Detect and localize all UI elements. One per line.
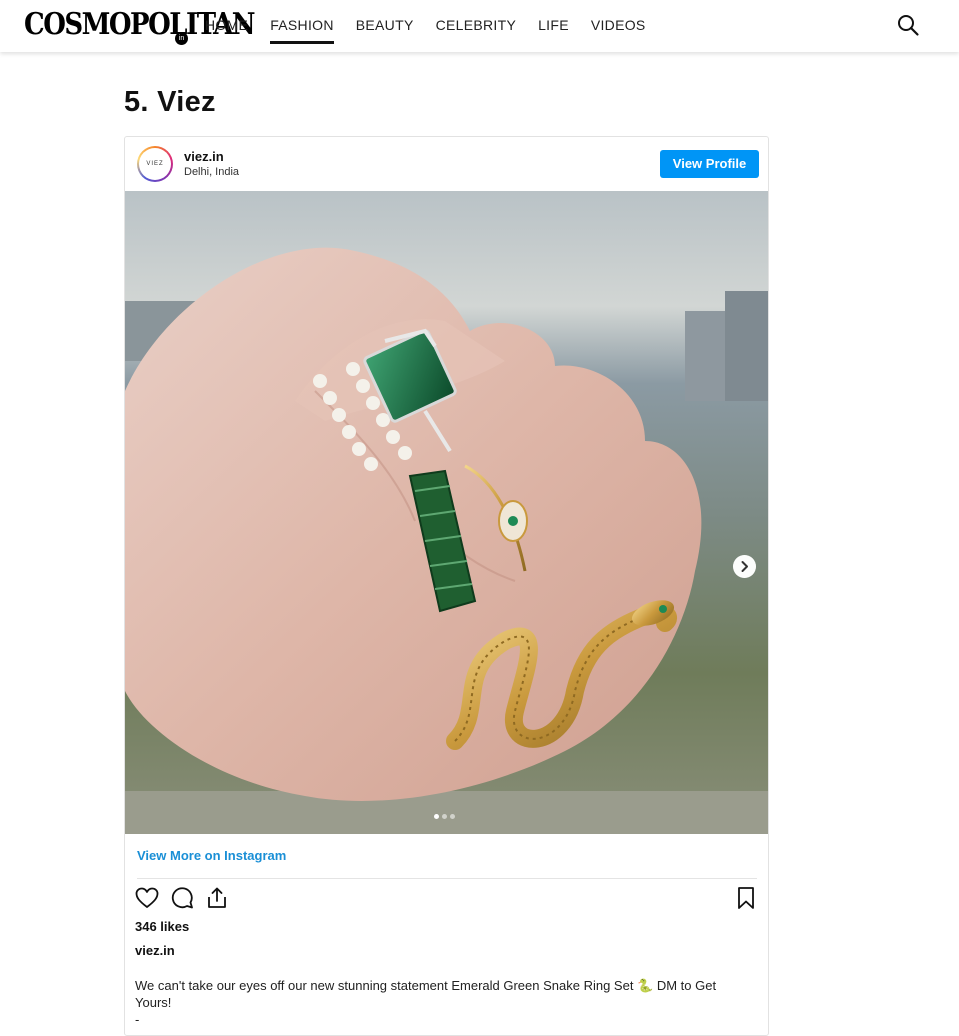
view-profile-button[interactable]: View Profile	[660, 150, 759, 178]
post-photo[interactable]	[125, 191, 768, 834]
nav-fashion[interactable]: FASHION	[270, 17, 334, 44]
avatar-label: VIEZ	[139, 148, 171, 180]
carousel-next-icon[interactable]	[733, 555, 756, 578]
heart-icon[interactable]	[135, 886, 159, 910]
carousel-dot	[434, 814, 439, 819]
caption-username[interactable]: viez.in	[135, 943, 175, 958]
post-username[interactable]: viez.in	[184, 149, 224, 164]
search-icon[interactable]	[896, 13, 920, 37]
logo-region-badge: in	[175, 32, 188, 45]
embed-header: VIEZ viez.in Delhi, India View Profile	[125, 137, 768, 191]
carousel-dot	[450, 814, 455, 819]
nav-beauty[interactable]: BEAUTY	[356, 17, 414, 43]
avatar[interactable]: VIEZ	[137, 146, 173, 182]
nav-celebrity[interactable]: CELEBRITY	[436, 17, 517, 43]
main-nav: HOME FASHION BEAUTY CELEBRITY LIFE VIDEO…	[205, 17, 668, 44]
article-heading: 5. Viez	[124, 86, 216, 118]
carousel-dots	[434, 814, 458, 819]
view-more-on-instagram-link[interactable]: View More on Instagram	[137, 848, 286, 863]
nav-videos[interactable]: VIDEOS	[591, 17, 646, 43]
post-caption: We can't take our eyes off our new stunn…	[135, 978, 717, 1010]
share-icon[interactable]	[205, 886, 229, 910]
post-location: Delhi, India	[184, 166, 240, 178]
instagram-embed: VIEZ viez.in Delhi, India View Profile V…	[124, 136, 769, 1036]
bookmark-icon[interactable]	[734, 886, 758, 910]
nav-life[interactable]: LIFE	[538, 17, 569, 43]
rings-hand-image	[125, 191, 768, 834]
site-header: COSMOPOLITAN in HOME FASHION BEAUTY CELE…	[0, 0, 959, 52]
likes-count[interactable]: 346 likes	[135, 919, 189, 934]
nav-home[interactable]: HOME	[205, 17, 248, 43]
comment-icon[interactable]	[170, 886, 194, 910]
divider	[137, 878, 757, 879]
caption-continuation: -	[135, 1012, 140, 1027]
carousel-dot	[442, 814, 447, 819]
